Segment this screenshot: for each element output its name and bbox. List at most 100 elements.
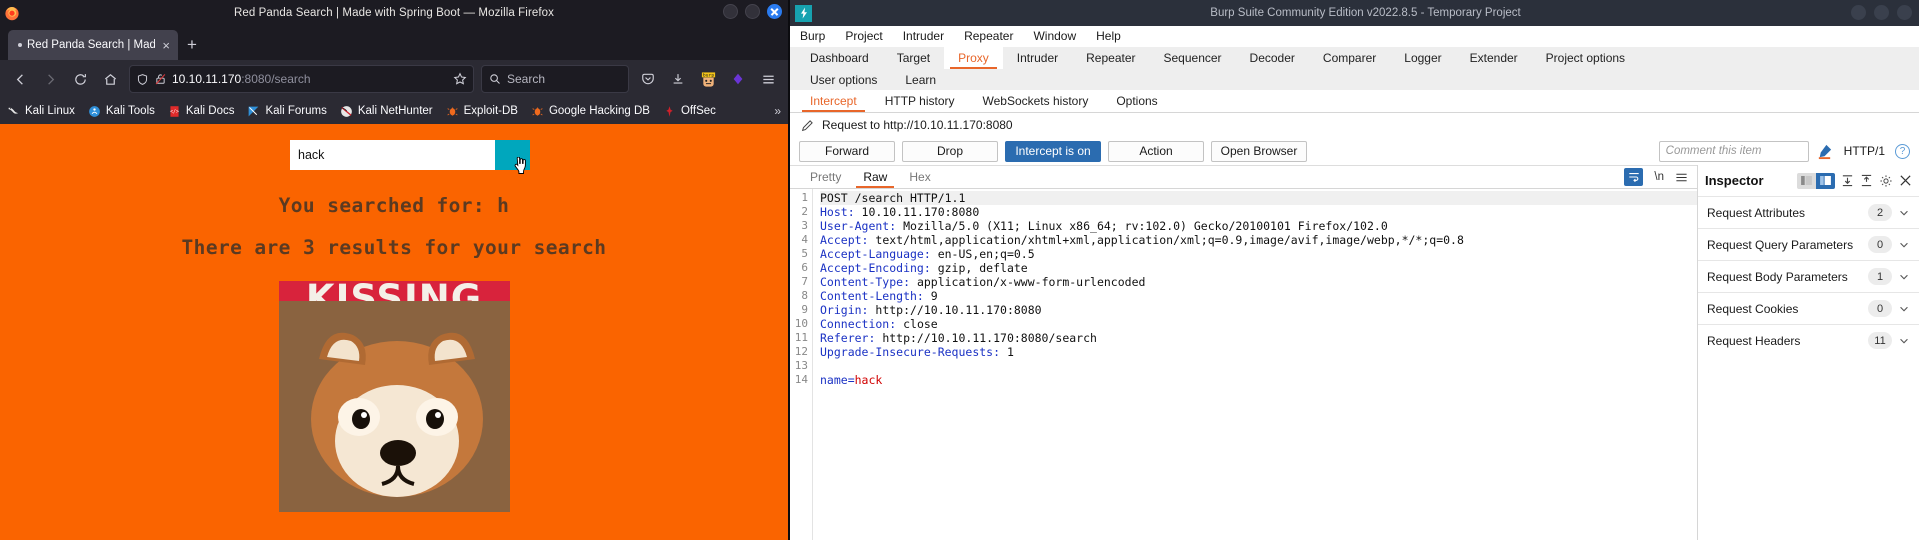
- chevron-down-icon[interactable]: [1898, 303, 1910, 315]
- tab-extender[interactable]: Extender: [1456, 47, 1532, 69]
- chevron-down-icon[interactable]: [1898, 239, 1910, 251]
- bookmark-exploit-db[interactable]: Exploit-DB: [446, 105, 518, 118]
- tab-sequencer[interactable]: Sequencer: [1150, 47, 1236, 69]
- bookmark-kali-docs[interactable]: </> Kali Docs: [168, 105, 234, 118]
- inspector-section-row[interactable]: Request Attributes 2: [1698, 196, 1919, 228]
- reload-icon[interactable]: [66, 65, 94, 93]
- bookmark-offsec[interactable]: OffSec: [663, 105, 716, 118]
- minimize-button[interactable]: [723, 4, 738, 19]
- offsec-icon: [666, 105, 673, 117]
- expand-all-icon[interactable]: [1841, 174, 1854, 187]
- subtab-websockets-history[interactable]: WebSockets history: [969, 90, 1103, 112]
- inspector-layout-toggle[interactable]: [1797, 172, 1835, 189]
- subtab-options[interactable]: Options: [1102, 90, 1171, 112]
- layout-right-icon[interactable]: [1816, 172, 1835, 189]
- tab-close-icon[interactable]: ×: [160, 39, 172, 52]
- search-bar[interactable]: Search: [481, 65, 629, 93]
- tab-dashboard[interactable]: Dashboard: [796, 47, 883, 69]
- tab-repeater[interactable]: Repeater: [1072, 47, 1149, 69]
- layout-left-icon[interactable]: [1797, 172, 1816, 189]
- highlight-color-icon[interactable]: [1816, 143, 1833, 160]
- inspector-section-row[interactable]: Request Body Parameters 1: [1698, 260, 1919, 292]
- url-bar[interactable]: 10.10.11.170:8080/search: [129, 65, 474, 93]
- close-button[interactable]: [767, 4, 782, 19]
- close-icon[interactable]: [1899, 174, 1912, 187]
- help-icon[interactable]: ?: [1895, 143, 1910, 159]
- hamburger-menu-icon[interactable]: [754, 65, 782, 93]
- tab-comparer[interactable]: Comparer: [1309, 47, 1390, 69]
- burp-extension-icon[interactable]: burp: [694, 65, 722, 93]
- new-tab-button[interactable]: +: [178, 30, 206, 60]
- lock-broken-icon[interactable]: [154, 72, 167, 86]
- tab-learn[interactable]: Learn: [891, 69, 950, 90]
- menu-window[interactable]: Window: [1033, 29, 1076, 43]
- site-search-input[interactable]: [290, 140, 495, 170]
- inspector-section-row[interactable]: Request Query Parameters 0: [1698, 228, 1919, 260]
- intercept-toggle-button[interactable]: Intercept is on: [1005, 140, 1101, 162]
- menu-intruder[interactable]: Intruder: [903, 29, 944, 43]
- bookmarks-overflow-chevron-icon[interactable]: »: [774, 104, 781, 118]
- editor-tab-pretty[interactable]: Pretty: [799, 166, 852, 188]
- maximize-button[interactable]: [745, 4, 760, 19]
- subtab-intercept[interactable]: Intercept: [796, 90, 871, 112]
- menu-help[interactable]: Help: [1096, 29, 1121, 43]
- bookmark-kali-tools[interactable]: Kali Tools: [88, 105, 155, 118]
- site-search-form: [290, 140, 530, 174]
- bookmark-kali-linux[interactable]: Kali Linux: [7, 105, 75, 118]
- tab-decoder[interactable]: Decoder: [1236, 47, 1309, 69]
- tab-user-options[interactable]: User options: [796, 69, 891, 90]
- drop-button[interactable]: Drop: [902, 140, 998, 162]
- burp-close-button[interactable]: [1897, 5, 1912, 20]
- account-icon[interactable]: [724, 65, 752, 93]
- bookmark-google-hacking-db[interactable]: Google Hacking DB: [531, 105, 650, 118]
- editor-tab-raw[interactable]: Raw: [852, 166, 898, 188]
- action-button[interactable]: Action: [1108, 140, 1204, 162]
- pocket-icon[interactable]: [634, 65, 662, 93]
- inspector-section-row[interactable]: Request Headers 11: [1698, 324, 1919, 356]
- editor-hamburger-icon[interactable]: [1675, 171, 1688, 184]
- site-search-submit-button[interactable]: [495, 140, 530, 174]
- menu-project[interactable]: Project: [845, 29, 882, 43]
- word-wrap-icon[interactable]: [1624, 168, 1644, 186]
- burp-minimize-button[interactable]: [1851, 5, 1866, 20]
- browser-tab[interactable]: Red Panda Search | Made w ×: [8, 30, 178, 60]
- collapse-all-icon[interactable]: [1860, 174, 1873, 187]
- inspector-section-row[interactable]: Request Cookies 0: [1698, 292, 1919, 324]
- request-line: Accept-Encoding: gzip, deflate: [820, 261, 1028, 275]
- raw-request-area[interactable]: 1 2 3 4 5 6 7 8 9 10 11 12 13 14 POST /search HTTP/1.…: [790, 189, 1697, 540]
- newline-toggle-label[interactable]: \n: [1654, 171, 1664, 183]
- burp-maximize-button[interactable]: [1874, 5, 1889, 20]
- kali-nethunter-icon: [340, 105, 352, 117]
- menu-burp[interactable]: Burp: [800, 29, 825, 43]
- gear-icon[interactable]: [1879, 174, 1893, 188]
- forward-arrow-icon[interactable]: [36, 65, 64, 93]
- proxy-sub-tabs: Intercept HTTP history WebSockets histor…: [790, 90, 1919, 113]
- back-arrow-icon[interactable]: [6, 65, 34, 93]
- http-version-label[interactable]: HTTP/1: [1844, 144, 1885, 158]
- tab-intruder[interactable]: Intruder: [1003, 47, 1072, 69]
- tab-project-options[interactable]: Project options: [1532, 47, 1639, 69]
- firefox-logo-icon: [4, 5, 20, 21]
- tab-target[interactable]: Target: [883, 47, 944, 69]
- chevron-down-icon[interactable]: [1898, 207, 1910, 219]
- forward-button[interactable]: Forward: [799, 140, 895, 162]
- line-number: 13: [794, 359, 808, 372]
- subtab-http-history[interactable]: HTTP history: [871, 90, 969, 112]
- bookmark-kali-nethunter[interactable]: Kali NetHunter: [340, 105, 433, 118]
- bookmark-kali-forums[interactable]: Kali Forums: [247, 105, 327, 118]
- comment-input[interactable]: Comment this item: [1658, 140, 1809, 162]
- chevron-down-icon[interactable]: [1898, 335, 1910, 347]
- line-number-gutter: 1 2 3 4 5 6 7 8 9 10 11 12 13 14: [790, 189, 813, 540]
- tab-proxy[interactable]: Proxy: [944, 47, 1003, 69]
- editor-tab-hex[interactable]: Hex: [898, 166, 941, 188]
- menu-repeater[interactable]: Repeater: [964, 29, 1013, 43]
- tab-title: Red Panda Search | Made w: [27, 39, 156, 51]
- tab-logger[interactable]: Logger: [1390, 47, 1455, 69]
- downloads-icon[interactable]: [664, 65, 692, 93]
- open-browser-button[interactable]: Open Browser: [1211, 140, 1307, 162]
- chevron-down-icon[interactable]: [1898, 271, 1910, 283]
- request-line: Content-Length: 9: [820, 289, 938, 303]
- bookmark-star-icon[interactable]: [453, 72, 467, 86]
- home-icon[interactable]: [96, 65, 124, 93]
- inspector-title: Inspector: [1705, 173, 1764, 188]
